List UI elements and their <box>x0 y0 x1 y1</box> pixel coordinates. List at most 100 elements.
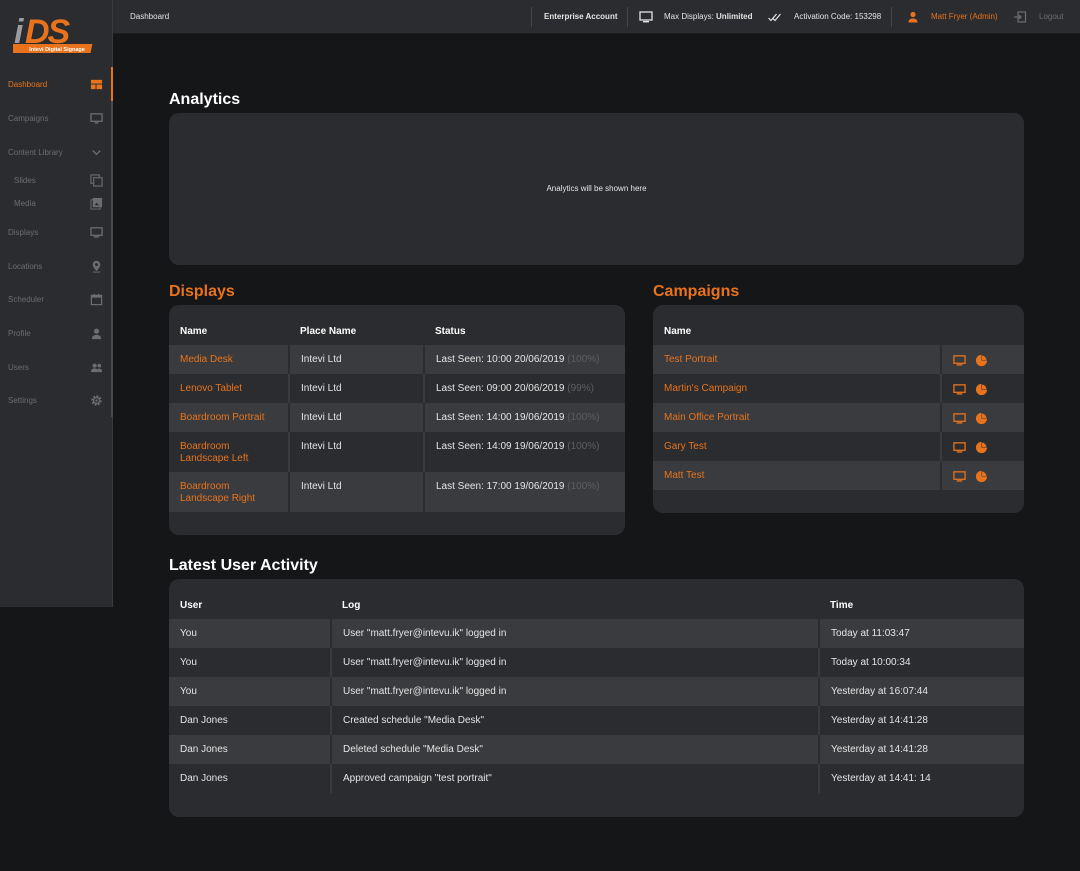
activity-user: Dan Jones <box>169 735 332 764</box>
preview-monitor-icon[interactable] <box>953 383 966 396</box>
display-status: Last Seen: 17:00 19/06/2019 (100%) <box>424 472 625 512</box>
activity-table: User Log Time You User "matt.fryer@intev… <box>169 579 1024 793</box>
uptime-percent: (100%) <box>567 441 600 452</box>
activity-log: User "matt.fryer@intevu.ik" logged in <box>331 619 820 648</box>
divider <box>891 7 892 27</box>
sidebar-item-label: Scheduler <box>8 294 45 304</box>
campaigns-title[interactable]: Campaigns <box>653 283 739 301</box>
pie-chart-icon[interactable] <box>975 354 988 367</box>
sidebar-item-displays[interactable]: Displays <box>0 222 113 242</box>
sidebar-item-label: Dashboard <box>8 79 48 89</box>
activity-time: Yesterday at 14:41: 14 <box>819 764 1024 793</box>
chevron-down-icon <box>89 145 103 159</box>
pie-chart-icon[interactable] <box>975 412 988 425</box>
column-header: User <box>180 599 203 611</box>
preview-monitor-icon[interactable] <box>953 441 966 454</box>
activity-time: Yesterday at 14:41:28 <box>819 706 1024 735</box>
display-name-link[interactable]: Boardroom Landscape Left <box>169 432 290 472</box>
display-status: Last Seen: 14:09 19/06/2019 (100%) <box>424 432 625 472</box>
campaign-actions <box>941 345 1024 374</box>
campaign-name-link[interactable]: Gary Test <box>653 432 942 461</box>
place-name: Intevi Ltd <box>289 432 425 472</box>
activation-code: Activation Code: 153298 <box>794 12 881 21</box>
activity-time: Today at 10:00:34 <box>819 648 1024 677</box>
table-row[interactable]: Matt Test <box>653 461 1024 490</box>
column-header-actions <box>941 305 1024 345</box>
logout-button[interactable]: Logout <box>1039 12 1063 21</box>
activation-value: 153298 <box>854 12 882 21</box>
display-name-link[interactable]: Media Desk <box>169 345 290 374</box>
person-icon <box>906 10 920 24</box>
sidebar-item-media[interactable]: Media <box>0 193 113 213</box>
logout-icon[interactable] <box>1013 10 1027 24</box>
svg-text:Intevi Digital Signage: Intevi Digital Signage <box>29 47 85 53</box>
analytics-panel: Analytics will be shown here <box>169 113 1024 265</box>
table-row[interactable]: Main Office Portrait <box>653 403 1024 432</box>
sidebar-item-dashboard[interactable]: Dashboard <box>0 74 113 94</box>
pie-chart-icon[interactable] <box>975 441 988 454</box>
column-header: Place Name <box>300 325 357 337</box>
table-row[interactable]: Lenovo Tablet Intevi Ltd Last Seen: 09:0… <box>169 374 625 403</box>
campaign-name-link[interactable]: Main Office Portrait <box>653 403 942 432</box>
sidebar-item-label: Media <box>14 198 36 208</box>
breadcrumb[interactable]: Dashboard <box>130 12 169 21</box>
place-name: Intevi Ltd <box>289 345 425 374</box>
sidebar-item-content-library[interactable]: Content Library <box>0 142 113 162</box>
last-seen: Last Seen: 10:00 20/06/2019 <box>436 354 565 365</box>
display-name-link[interactable]: Boardroom Landscape Right <box>169 472 290 512</box>
sidebar-item-campaigns[interactable]: Campaigns <box>0 108 113 128</box>
activity-log: Approved campaign "test portrait" <box>331 764 820 793</box>
sidebar-item-profile[interactable]: Profile <box>0 323 113 343</box>
media-icon <box>89 196 103 210</box>
sidebar-item-label: Content Library <box>8 147 63 157</box>
sidebar-item-label: Profile <box>8 328 31 338</box>
displays-title[interactable]: Displays <box>169 283 235 301</box>
divider <box>531 7 532 27</box>
table-row[interactable]: Boardroom Portrait Intevi Ltd Last Seen:… <box>169 403 625 432</box>
table-row[interactable]: Boardroom Landscape Left Intevi Ltd Last… <box>169 432 625 472</box>
preview-monitor-icon[interactable] <box>953 412 966 425</box>
campaign-actions <box>941 461 1024 490</box>
displays-table: Name Place Name Status Media Desk Intevi… <box>169 305 625 512</box>
place-name: Intevi Ltd <box>289 374 425 403</box>
sidebar-item-users[interactable]: Users <box>0 357 113 377</box>
uptime-percent: (100%) <box>567 412 600 423</box>
sidebar-item-settings[interactable]: Settings <box>0 390 113 410</box>
activation-label: Activation Code: <box>794 12 853 21</box>
calendar-icon <box>89 292 103 306</box>
table-row: You User "matt.fryer@intevu.ik" logged i… <box>169 677 1024 706</box>
table-row[interactable]: Martin's Campaign <box>653 374 1024 403</box>
sidebar-item-label: Users <box>8 362 29 372</box>
ids-logo[interactable]: i DS Intevi Digital Signage <box>6 13 101 55</box>
column-header: Status <box>435 325 466 337</box>
display-status: Last Seen: 14:00 19/06/2019 (100%) <box>424 403 625 432</box>
campaign-name-link[interactable]: Martin's Campaign <box>653 374 942 403</box>
display-name-link[interactable]: Boardroom Portrait <box>169 403 290 432</box>
preview-monitor-icon[interactable] <box>953 470 966 483</box>
pie-chart-icon[interactable] <box>975 470 988 483</box>
table-row[interactable]: Media Desk Intevi Ltd Last Seen: 10:00 2… <box>169 345 625 374</box>
column-header: Log <box>342 599 361 611</box>
sidebar-item-slides[interactable]: Slides <box>0 170 113 190</box>
sidebar-item-scheduler[interactable]: Scheduler <box>0 289 113 309</box>
campaign-actions <box>941 403 1024 432</box>
table-row[interactable]: Test Portrait <box>653 345 1024 374</box>
campaign-name-link[interactable]: Matt Test <box>653 461 942 490</box>
activity-log: User "matt.fryer@intevu.ik" logged in <box>331 677 820 706</box>
sidebar-item-locations[interactable]: Locations <box>0 256 113 276</box>
sidebar-item-label: Displays <box>8 227 39 237</box>
table-row[interactable]: Boardroom Landscape Right Intevi Ltd Las… <box>169 472 625 512</box>
display-icon <box>89 225 103 239</box>
last-seen: Last Seen: 14:09 19/06/2019 <box>436 441 565 452</box>
pie-chart-icon[interactable] <box>975 383 988 396</box>
display-name-link[interactable]: Lenovo Tablet <box>169 374 290 403</box>
table-row: You User "matt.fryer@intevu.ik" logged i… <box>169 648 1024 677</box>
user-menu[interactable]: Matt Fryer (Admin) <box>931 12 998 21</box>
max-displays-label: Max Displays: <box>664 12 714 21</box>
preview-monitor-icon[interactable] <box>953 354 966 367</box>
campaign-name-link[interactable]: Test Portrait <box>653 345 942 374</box>
activity-log: Created schedule "Media Desk" <box>331 706 820 735</box>
table-row[interactable]: Gary Test <box>653 432 1024 461</box>
display-status: Last Seen: 10:00 20/06/2019 (100%) <box>424 345 625 374</box>
table-row: Dan Jones Approved campaign "test portra… <box>169 764 1024 793</box>
